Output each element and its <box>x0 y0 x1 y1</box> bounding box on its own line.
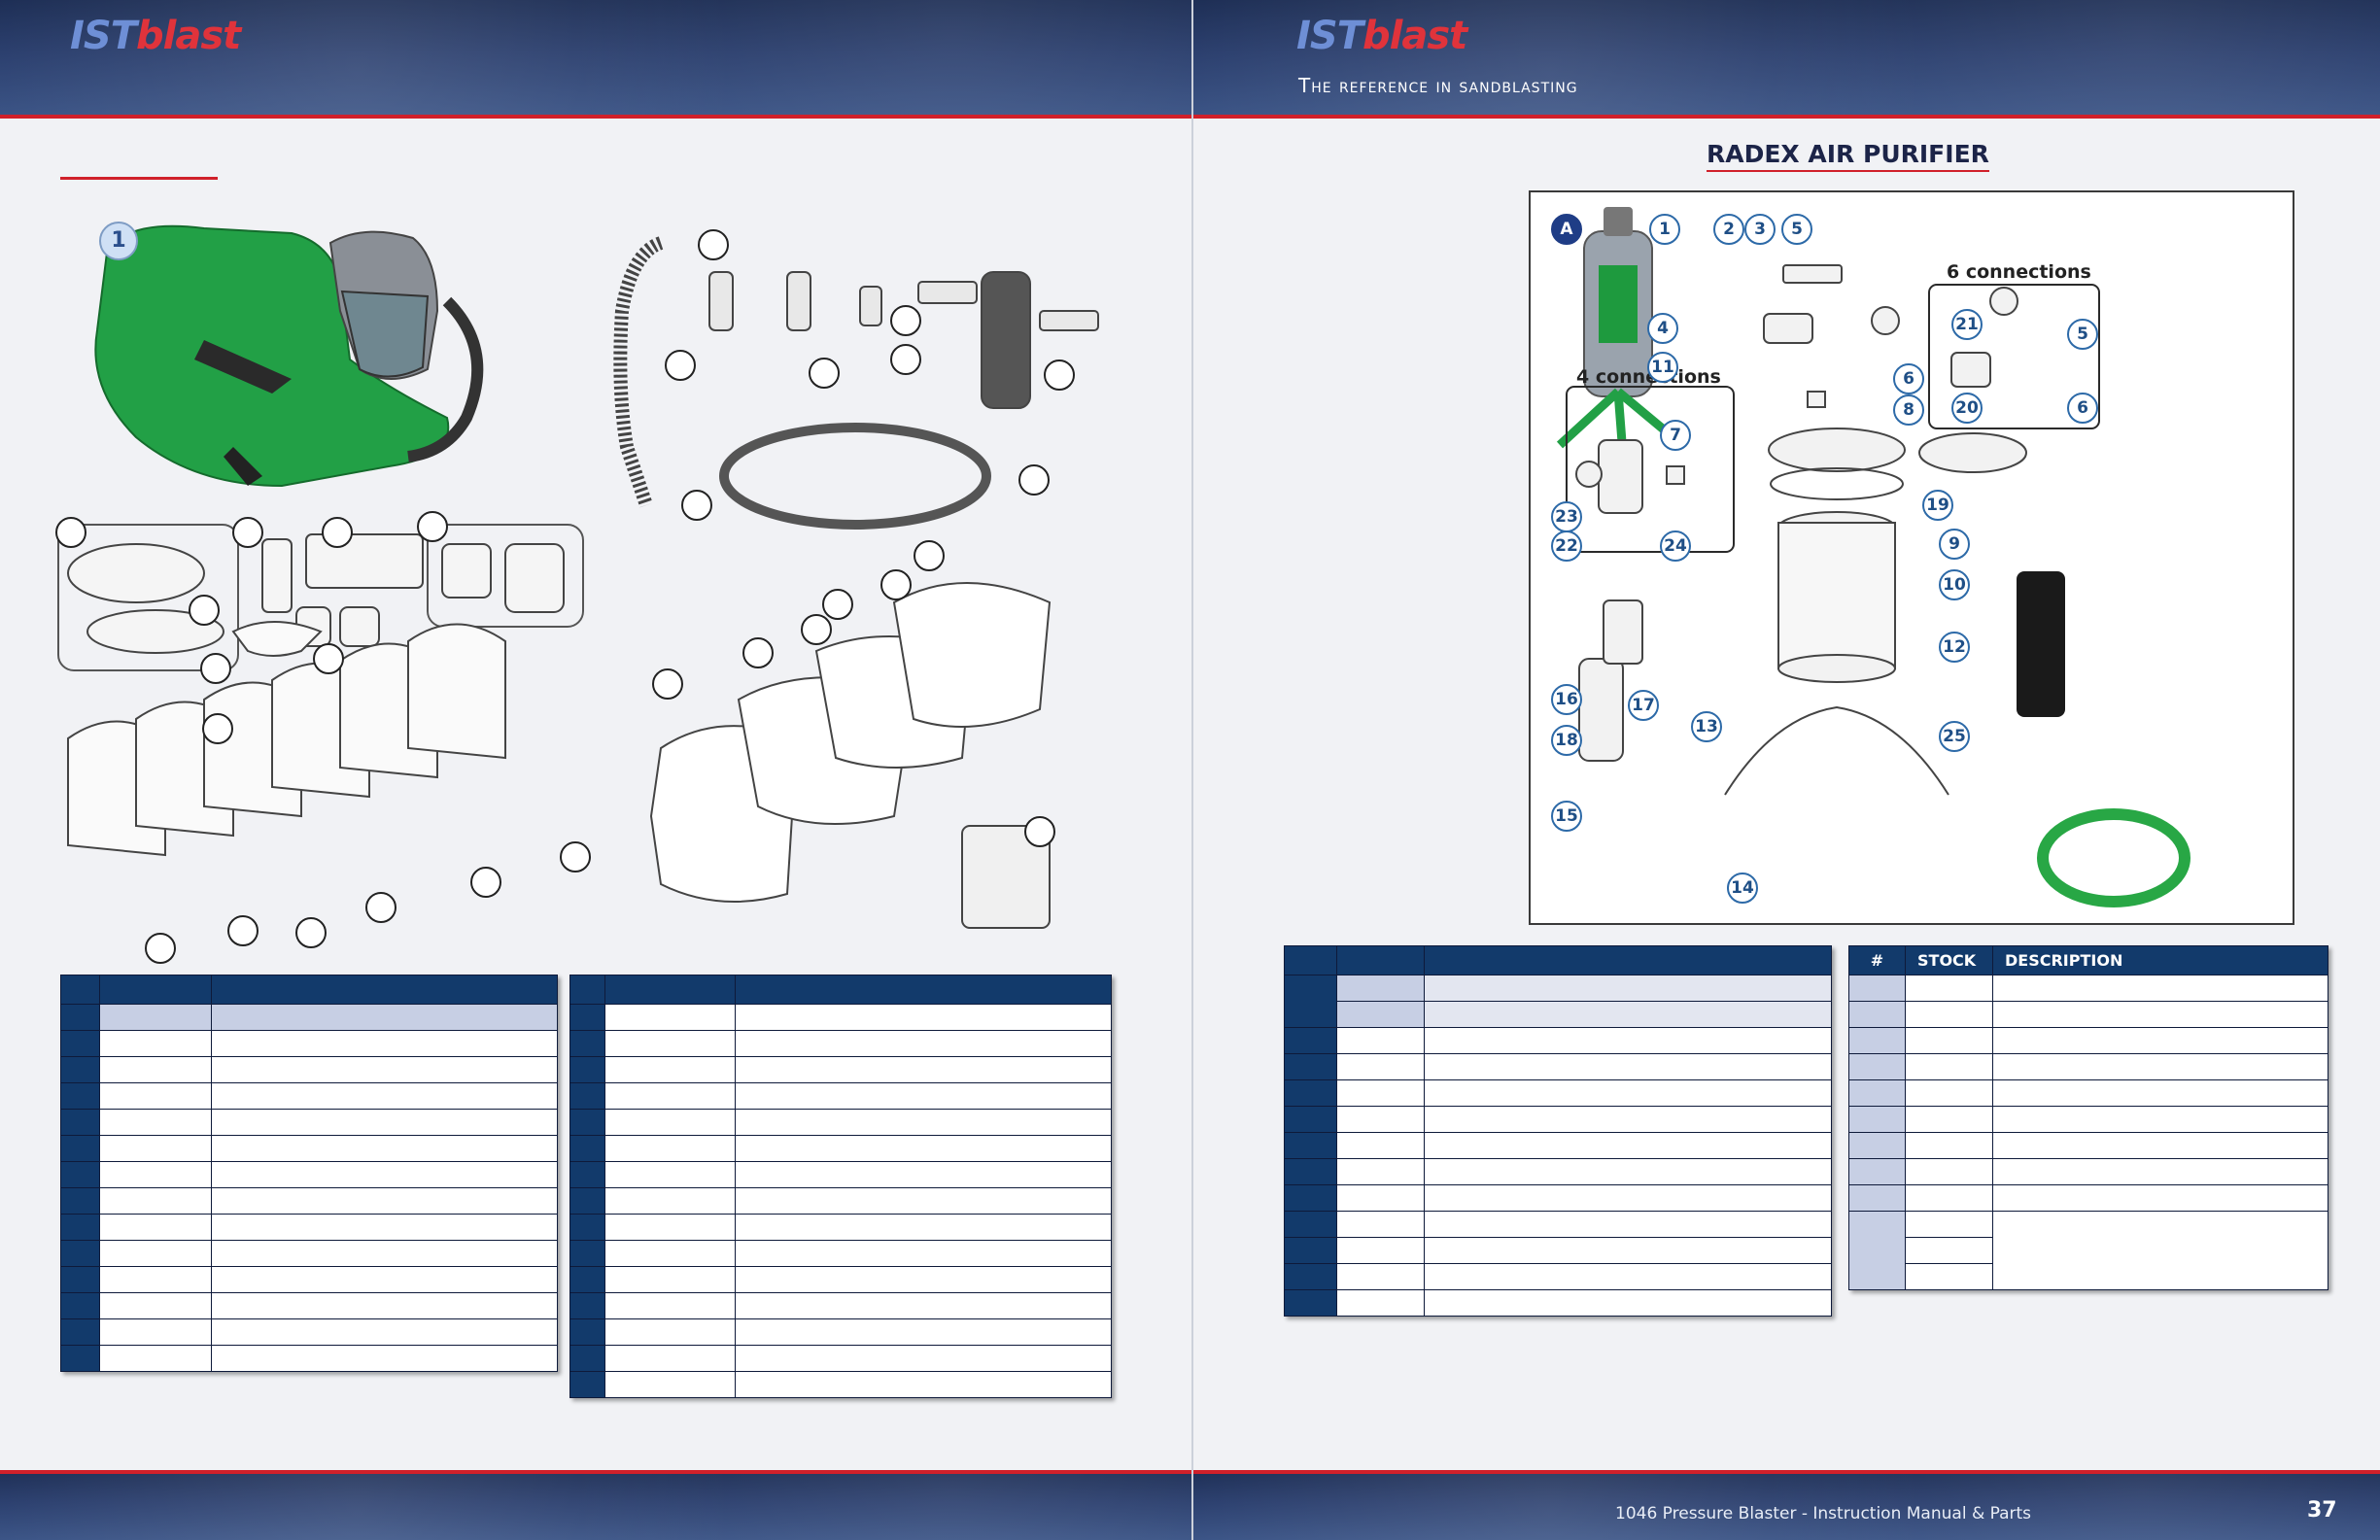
callout-14: 14 <box>1727 873 1758 904</box>
callout-1: 1 <box>1649 214 1680 245</box>
callout-5: 5 <box>1781 214 1812 245</box>
callout-9: 9 <box>1939 529 1970 560</box>
left-parts-table-1 <box>60 975 558 1372</box>
hood-parts-illustration: 1 <box>55 222 1099 964</box>
col-stock: STOCK <box>1905 945 1993 975</box>
callout-2: 2 <box>1713 214 1744 245</box>
page-gutter <box>1191 0 1193 1540</box>
callout-25: 25 <box>1939 721 1970 752</box>
callout-15: 15 <box>1551 801 1582 832</box>
callout-11: 11 <box>1647 352 1678 383</box>
callout-4: 4 <box>1647 313 1678 344</box>
six-connections-label: 6 connections <box>1947 261 2091 283</box>
istblast-logo-right: ISTblast <box>1296 14 1467 58</box>
callout-12: 12 <box>1939 632 1970 663</box>
air-hose <box>2037 808 2190 907</box>
air-purifier-illustration: 6 connections 4 connections <box>1556 207 2190 907</box>
callout-22: 22 <box>1551 530 1582 562</box>
purifier-parts-table-2: # STOCK DESCRIPTION <box>1848 945 2328 1290</box>
section-title: RADEX AIR PURIFIER <box>1707 140 1989 172</box>
hood-callout-1: 1 <box>99 222 138 260</box>
callout-7: 7 <box>1660 420 1691 451</box>
blast-hood-exploded-diagram: 1 <box>39 194 1156 972</box>
callout-6: 6 <box>1893 363 1924 394</box>
callout-17: 17 <box>1628 690 1659 721</box>
left-footer-band <box>0 1470 1191 1540</box>
callout-8: 8 <box>1893 394 1924 426</box>
callout-10: 10 <box>1939 569 1970 600</box>
callout-24: 24 <box>1660 530 1691 562</box>
radex-air-purifier-diagram: 6 connections 4 connections A 1 2 3 5 4 … <box>1529 190 2294 925</box>
manual-spread: ISTblast ISTblast The reference in sandb… <box>0 0 2380 1540</box>
left-page-red-rule <box>60 177 218 180</box>
manual-title: 1046 Pressure Blaster - Instruction Manu… <box>1615 1504 2032 1523</box>
tagline: The reference in sandblasting <box>1298 74 1578 97</box>
callout-18: 18 <box>1551 725 1582 756</box>
callout-16: 16 <box>1551 684 1582 715</box>
callout-a: A <box>1551 214 1582 245</box>
col-description: DESCRIPTION <box>1992 945 2328 975</box>
purifier-parts-table-1 <box>1284 945 1832 1317</box>
callout-21: 21 <box>1951 309 1983 340</box>
col-number: # <box>1848 945 1906 975</box>
istblast-logo-left: ISTblast <box>70 14 241 58</box>
callout-5b: 5 <box>2067 319 2098 350</box>
callout-20: 20 <box>1951 393 1983 424</box>
callout-6b: 6 <box>2067 393 2098 424</box>
callout-19: 19 <box>1922 490 1953 521</box>
filter-cartridge <box>2017 571 2065 717</box>
blast-hood-illustration <box>94 224 484 488</box>
callout-3: 3 <box>1744 214 1776 245</box>
left-parts-table-2 <box>569 975 1112 1398</box>
page-number: 37 <box>2307 1498 2337 1523</box>
callout-23: 23 <box>1551 501 1582 532</box>
callout-13: 13 <box>1691 711 1722 742</box>
